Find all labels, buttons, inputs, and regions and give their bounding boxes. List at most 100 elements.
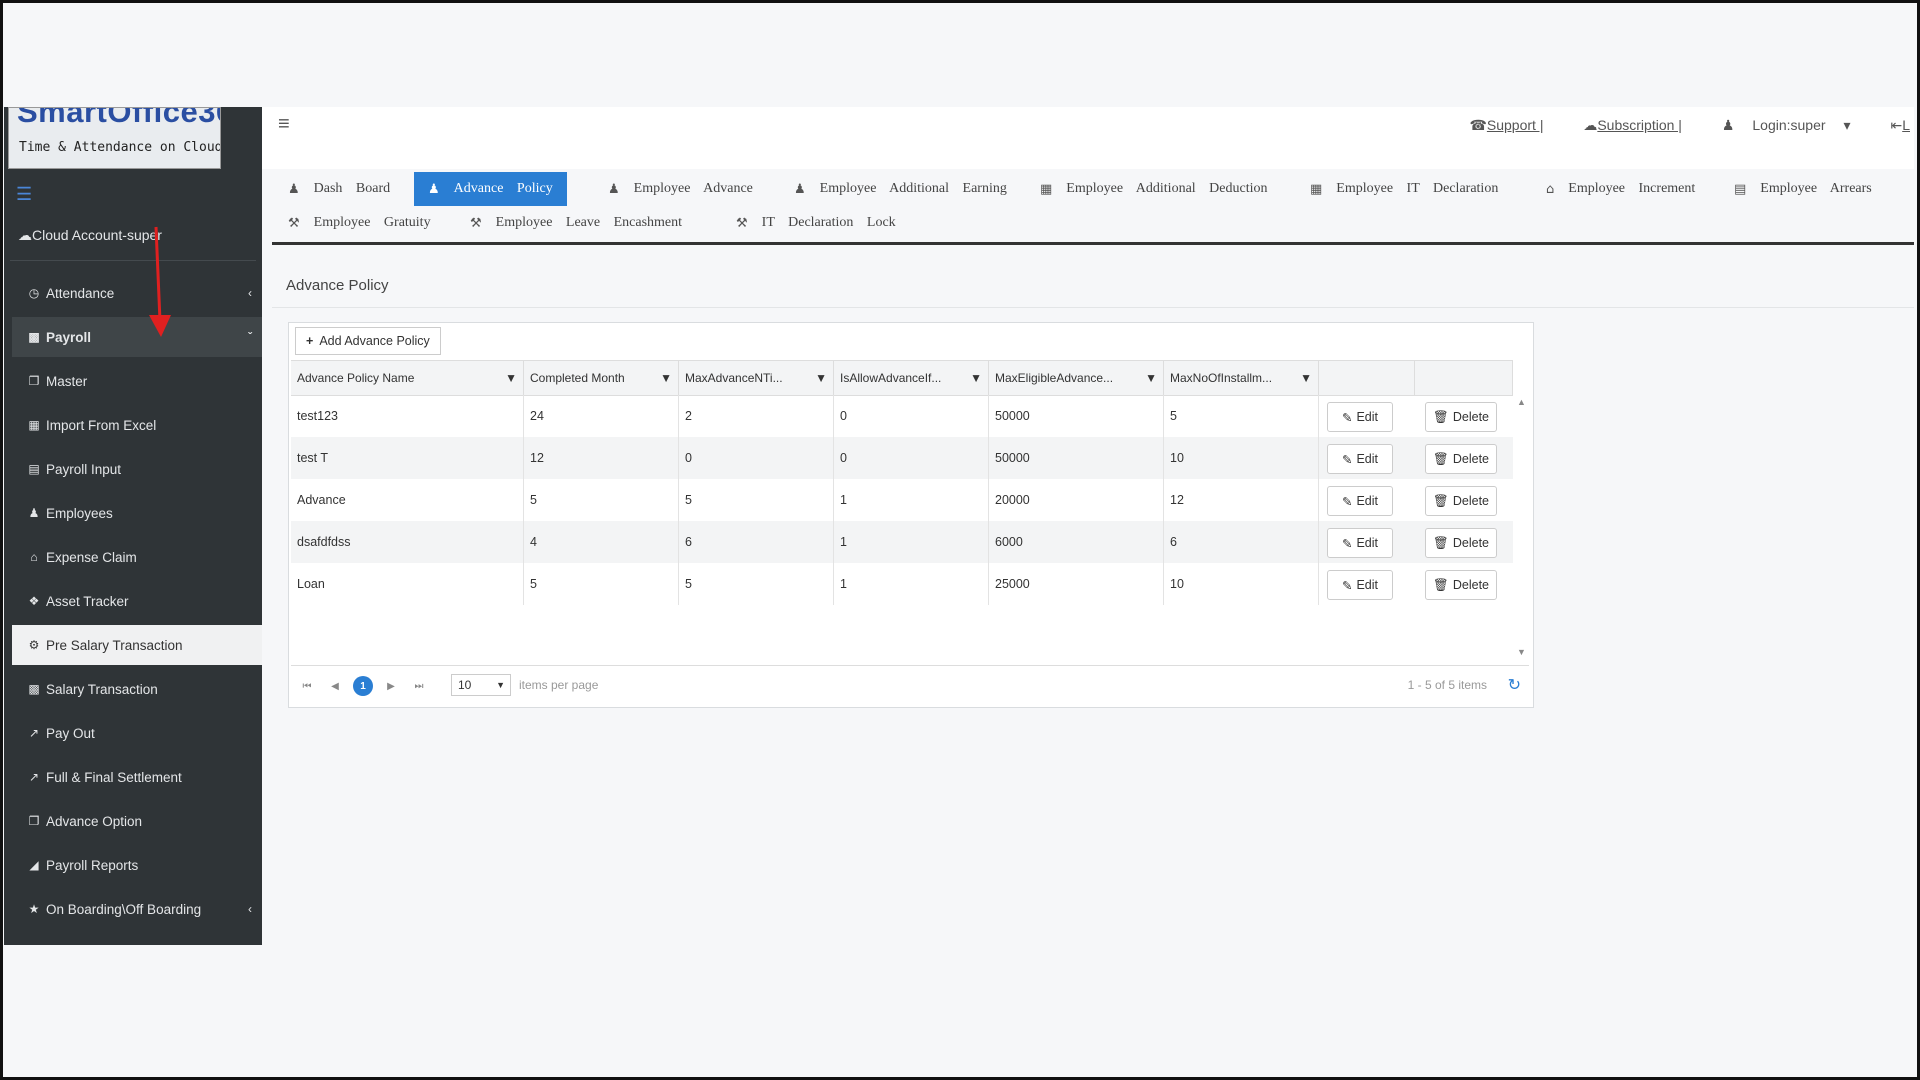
bank-icon: ⌂: [30, 550, 38, 564]
tab-employee-arrears[interactable]: ▤ Employee Arrears: [1720, 172, 1886, 206]
add-advance-policy-button[interactable]: + Add Advance Policy: [295, 327, 441, 355]
cell-max-eligible-advance: 20000: [989, 479, 1164, 521]
wrench-icon: ⚒: [470, 215, 482, 231]
hamburger-icon[interactable]: ≡: [278, 113, 290, 136]
sidebar-item-employees[interactable]: ♟ Employees: [12, 493, 262, 533]
tab-employee-leave-encashment[interactable]: ⚒ Employee Leave Encashment: [456, 206, 696, 240]
first-page-icon[interactable]: ⏮: [297, 676, 317, 696]
chevron-left-icon: ‹: [248, 902, 252, 916]
cell-max-eligible-advance: 50000: [989, 395, 1164, 437]
delete-button[interactable]: 🗑 Delete: [1425, 486, 1497, 516]
edit-button[interactable]: ✎ Edit: [1327, 528, 1393, 558]
column-header-edit: [1319, 361, 1415, 395]
logout-link[interactable]: ⇤L: [1872, 117, 1910, 133]
filter-icon[interactable]: ▼: [505, 371, 517, 385]
sidebar-item-full-final-settlement[interactable]: ↗ Full & Final Settlement: [12, 757, 262, 797]
support-label[interactable]: Support |: [1487, 117, 1544, 133]
sidebar-item-label: Asset Tracker: [46, 593, 129, 609]
plus-icon: +: [306, 334, 314, 348]
chevron-down-icon: ˇ: [248, 330, 252, 344]
sidebar-item-onboarding[interactable]: ★ On Boarding\Off Boarding ‹: [12, 889, 262, 929]
vertical-scrollbar[interactable]: ▲ ▼: [1513, 395, 1531, 659]
filter-icon[interactable]: ▼: [815, 371, 827, 385]
current-page-button[interactable]: 1: [353, 676, 373, 696]
sidebar-item-import-from-excel[interactable]: ▦ Import From Excel: [12, 405, 262, 445]
sidebar-item-pre-salary-transaction[interactable]: ⚙ Pre Salary Transaction: [12, 625, 262, 665]
sidebar-item-payroll-reports[interactable]: ◢ Payroll Reports: [12, 845, 262, 885]
user-icon: ♟: [1721, 117, 1735, 133]
filter-icon[interactable]: ▼: [970, 371, 982, 385]
tab-employee-additional-deduction[interactable]: ▦ Employee Additional Deduction: [1026, 172, 1281, 206]
tab-bar: ♟ Dash Board ♟ Advance Policy ♟ Employee Ad…: [272, 170, 1914, 245]
user-icon: ♟: [794, 181, 806, 197]
sidebar-item-pay-out[interactable]: ↗ Pay Out: [12, 713, 262, 753]
column-header-max-no-of-installments[interactable]: MaxNoOfInstallm... ▼: [1164, 361, 1319, 395]
column-header-max-eligible-advance[interactable]: MaxEligibleAdvance... ▼: [989, 361, 1164, 395]
tab-advance-policy[interactable]: ♟ Advance Policy: [414, 172, 567, 206]
column-header-completed-month[interactable]: Completed Month ▼: [524, 361, 679, 395]
tab-employee-it-declaration[interactable]: ▦ Employee IT Declaration: [1296, 172, 1512, 206]
sidebar-item-label: Master: [46, 373, 88, 389]
edit-label: Edit: [1356, 410, 1379, 424]
tab-label: Employee IT Declaration: [1336, 181, 1499, 196]
delete-button[interactable]: 🗑 Delete: [1425, 570, 1497, 600]
last-page-icon[interactable]: ⏭: [409, 676, 429, 696]
sidebar-item-payroll-input[interactable]: ▤ Payroll Input: [12, 449, 262, 489]
pager: ⏮ ◀ 1 ▶ ⏭ 10 ▼ items per page 1 - 5 of 5 …: [291, 665, 1529, 704]
trash-icon: 🗑: [1432, 577, 1449, 592]
delete-button[interactable]: 🗑 Delete: [1425, 444, 1497, 474]
cloud-account[interactable]: ☁Cloud Account-super: [18, 227, 162, 244]
cell-max-installments: 5: [1164, 395, 1319, 437]
cell-completed-month: 4: [524, 521, 679, 563]
tab-employee-increment[interactable]: ⌂ Employee Increment: [1532, 172, 1709, 206]
edit-button[interactable]: ✎ Edit: [1327, 444, 1393, 474]
tab-dash-board[interactable]: ♟ Dash Board: [274, 172, 404, 206]
sidebar-item-asset-tracker[interactable]: ❖ Asset Tracker: [12, 581, 262, 621]
edit-button[interactable]: ✎ Edit: [1327, 570, 1393, 600]
edit-button[interactable]: ✎ Edit: [1327, 402, 1393, 432]
sidebar-item-master[interactable]: ❐ Master: [12, 361, 262, 401]
column-header-advance-policy-name[interactable]: Advance Policy Name ▼: [291, 361, 524, 395]
filter-icon[interactable]: ▼: [1300, 371, 1312, 385]
tab-employee-advance[interactable]: ♟ Employee Advance: [594, 172, 767, 206]
cell-is-allow-advance: 1: [834, 479, 989, 521]
login-label: Login:super: [1752, 117, 1826, 133]
delete-label: Delete: [1452, 494, 1489, 508]
sidebar-item-payroll[interactable]: ▩ Payroll ˇ: [12, 317, 262, 357]
tab-label: Employee Leave Encashment: [495, 215, 683, 230]
tab-it-declaration-lock[interactable]: ⚒ IT Declaration Lock: [722, 206, 910, 240]
sidebar-item-salary-transaction[interactable]: ▩ Salary Transaction: [12, 669, 262, 709]
support-link[interactable]: ☎Support |: [1451, 117, 1543, 133]
filter-icon[interactable]: ▼: [660, 371, 672, 385]
subscription-link[interactable]: ☁Subscription |: [1565, 117, 1682, 133]
tab-employee-additional-earning[interactable]: ♟ Employee Additional Earning: [780, 172, 1021, 206]
delete-button[interactable]: 🗑 Delete: [1425, 402, 1497, 432]
sidebar-item-expense-claim[interactable]: ⌂ Expense Claim: [12, 537, 262, 577]
next-page-icon[interactable]: ▶: [381, 676, 401, 696]
logout-label[interactable]: L: [1902, 117, 1910, 133]
column-header-delete: [1415, 361, 1513, 395]
filter-icon[interactable]: ▼: [1145, 371, 1157, 385]
cubes-icon: ❖: [28, 594, 40, 608]
sidebar-divider: [10, 260, 256, 261]
table-row: Loan 5 5 1 25000 10 ✎ Edit 🗑 Delete: [291, 563, 1513, 605]
edit-button[interactable]: ✎ Edit: [1327, 486, 1393, 516]
column-header-is-allow-advance[interactable]: IsAllowAdvanceIf... ▼: [834, 361, 989, 395]
tab-employee-gratuity[interactable]: ⚒ Employee Gratuity: [274, 206, 445, 240]
delete-label: Delete: [1452, 536, 1489, 550]
delete-button[interactable]: 🗑 Delete: [1425, 528, 1497, 558]
column-title: MaxNoOfInstallm...: [1170, 371, 1273, 385]
column-header-max-advance[interactable]: MaxAdvanceNTi... ▼: [679, 361, 834, 395]
sidebar-item-advance-option[interactable]: ❐ Advance Option: [12, 801, 262, 841]
sidebar-item-attendance[interactable]: ◷ Attendance ‹: [12, 273, 262, 313]
cell-completed-month: 5: [524, 563, 679, 605]
subscription-label[interactable]: Subscription |: [1597, 117, 1682, 133]
logo[interactable]: SmartOffice365 Time & Attendance on Clou…: [8, 107, 221, 169]
scroll-down-icon[interactable]: ▼: [1517, 647, 1526, 657]
prev-page-icon[interactable]: ◀: [325, 676, 345, 696]
menu-toggle-icon[interactable]: ☰: [16, 184, 32, 205]
refresh-icon[interactable]: ↻: [1508, 675, 1521, 695]
page-size-select[interactable]: 10 ▼: [451, 674, 511, 696]
scroll-up-icon[interactable]: ▲: [1517, 397, 1526, 407]
login-dropdown[interactable]: ♟ Login:super ▾: [1704, 117, 1851, 133]
